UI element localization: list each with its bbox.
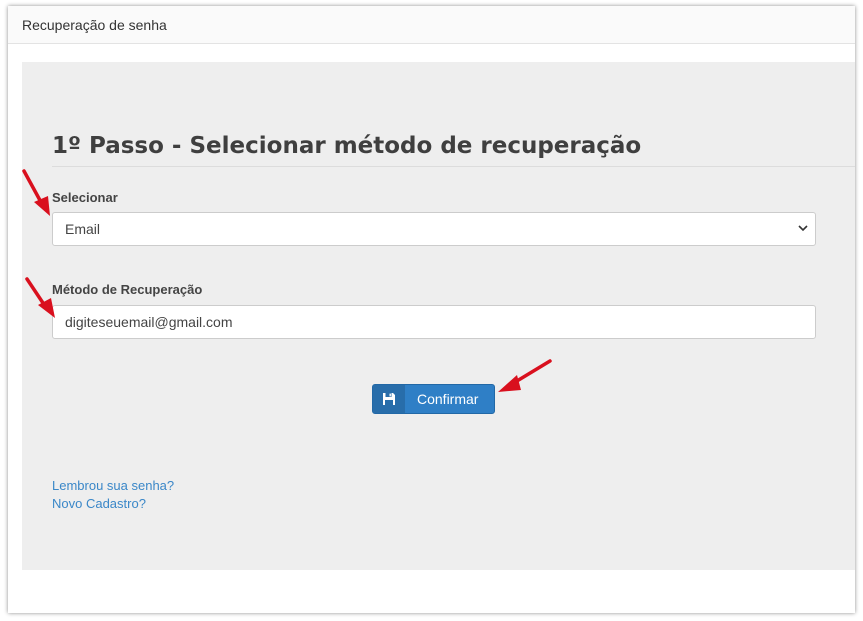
- floppy-disk-icon: [383, 393, 395, 405]
- window-title: Recuperação de senha: [22, 17, 167, 33]
- recovery-method-field[interactable]: [53, 306, 805, 338]
- red-arrow-icon: [25, 277, 55, 318]
- step-title: 1º Passo - Selecionar método de recupera…: [52, 133, 642, 159]
- method-select-value: Email: [65, 221, 101, 237]
- recovery-form-panel: 1º Passo - Selecionar método de recupera…: [22, 62, 855, 570]
- confirm-icon-area: [373, 385, 405, 413]
- red-arrow-icon: [22, 169, 50, 216]
- window-header: Recuperação de senha: [8, 6, 855, 44]
- confirm-button-label: Confirmar: [417, 391, 479, 407]
- recovery-method-label: Método de Recuperação: [52, 282, 203, 297]
- select-label: Selecionar: [52, 190, 118, 205]
- new-registration-link[interactable]: Novo Cadastro?: [52, 496, 146, 511]
- recovery-window: Recuperação de senha 1º Passo - Selecion…: [8, 6, 855, 613]
- method-select[interactable]: Email: [52, 212, 816, 246]
- chevron-down-icon: [798, 225, 808, 232]
- red-arrow-icon: [498, 359, 552, 392]
- recovery-method-field-wrapper: [52, 305, 816, 339]
- title-divider: [52, 166, 855, 167]
- confirm-button[interactable]: Confirmar: [372, 384, 495, 414]
- remember-password-link[interactable]: Lembrou sua senha?: [52, 478, 174, 493]
